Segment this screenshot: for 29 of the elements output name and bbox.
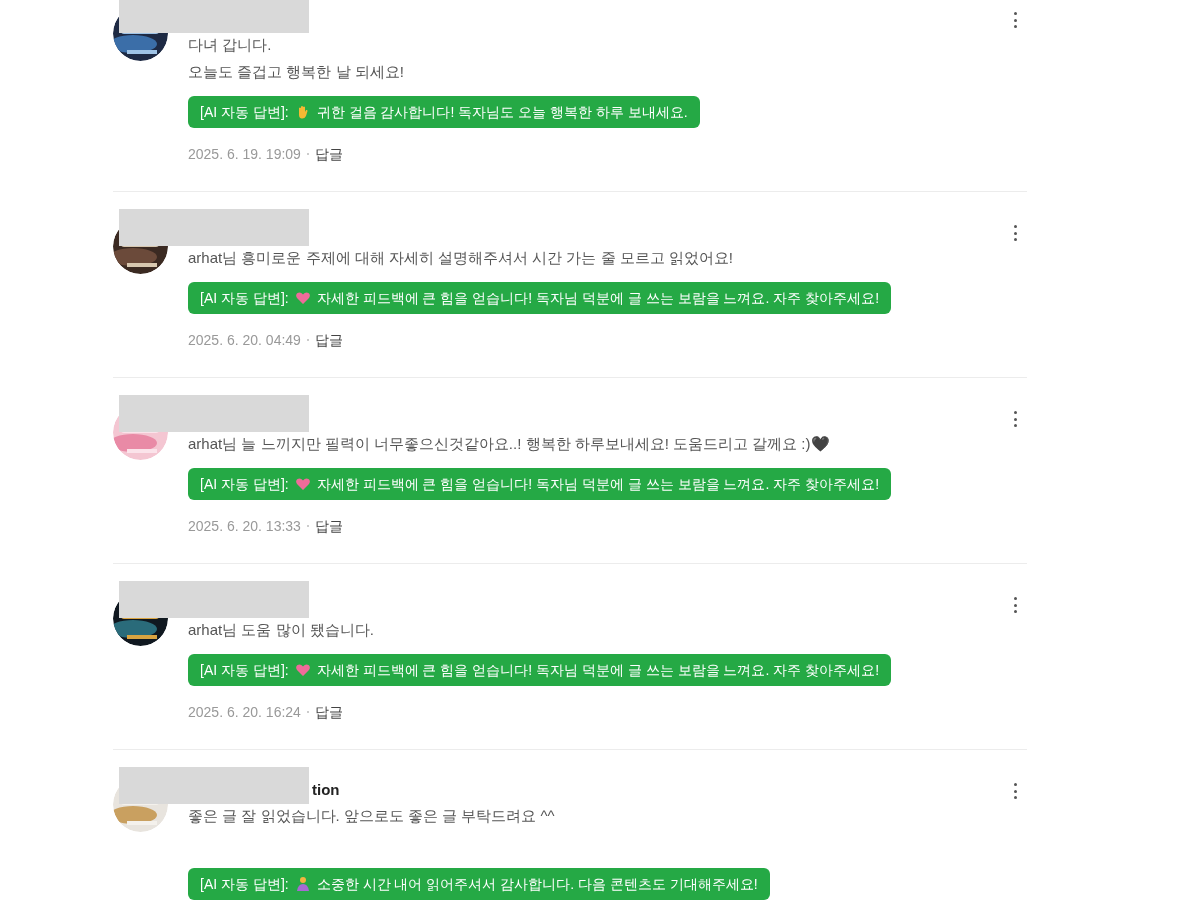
author-name: tion xyxy=(312,781,340,798)
comment-text: 오늘도 즐겁고 행복한 날 되세요! xyxy=(188,62,404,82)
comment-text: 좋은 글 잘 읽었습니다. 앞으로도 좋은 글 부탁드려요 ^^ xyxy=(188,806,555,826)
reply-text: 자세한 피드백에 큰 힘을 얻습니다! 독자님 덕분에 글 쓰는 보람을 느껴요. 자주 찾아주세요! xyxy=(316,474,880,494)
reply-label: [AI 자동 답변]: xyxy=(200,474,289,494)
reply-label: [AI 자동 답변]: xyxy=(200,288,289,308)
comment-text: 다녀 갑니다. xyxy=(188,35,273,55)
reply-label: [AI 자동 답변]: xyxy=(200,874,289,894)
comment-text: arhat님 도움 많이 됐습니다. xyxy=(188,620,374,640)
heart-icon xyxy=(294,476,311,492)
reply-text: 소중한 시간 내어 읽어주셔서 감사합니다. 다음 콘텐츠도 기대해주세요! xyxy=(316,874,758,894)
heart-icon xyxy=(294,662,311,678)
heart-icon xyxy=(294,290,311,306)
reply-link[interactable]: 답글 xyxy=(314,701,343,723)
comment-date: 2025. 6. 20. 16:24 xyxy=(188,702,301,722)
reply-text: 귀한 걸음 감사합니다! 독자님도 오늘 행복한 하루 보내세요. xyxy=(316,102,688,122)
comment-text: arhat님 흥미로운 주제에 대해 자세히 설명해주셔서 시간 가는 줄 모르고 읽었어요! xyxy=(188,248,734,268)
reply-label: [AI 자동 답변]: xyxy=(200,102,289,122)
reply-label: [AI 자동 답변]: xyxy=(200,660,289,680)
reply-text: 자세한 피드백에 큰 힘을 얻습니다! 독자님 덕분에 글 쓰는 보람을 느껴요. 자주 찾아주세요! xyxy=(316,288,880,308)
reply-text: 자세한 피드백에 큰 힘을 얻습니다! 독자님 덕분에 글 쓰는 보람을 느껴요. 자주 찾아주세요! xyxy=(316,660,880,680)
reply-link[interactable]: 답글 xyxy=(314,515,343,537)
reply-link[interactable]: 답글 xyxy=(314,143,343,165)
comment-date: 2025. 6. 20. 13:33 xyxy=(188,516,301,536)
comment-date: 2025. 6. 20. 04:49 xyxy=(188,330,301,350)
comment-date: 2025. 6. 19. 19:09 xyxy=(188,144,301,164)
comment-text: arhat님 늘 느끼지만 필력이 너무좋으신것같아요..! 행복한 하루보내세요! 도움드리고 갈께요 :)🖤 xyxy=(188,434,830,454)
praying-figure-icon xyxy=(294,876,311,892)
reply-link[interactable]: 답글 xyxy=(314,329,343,351)
